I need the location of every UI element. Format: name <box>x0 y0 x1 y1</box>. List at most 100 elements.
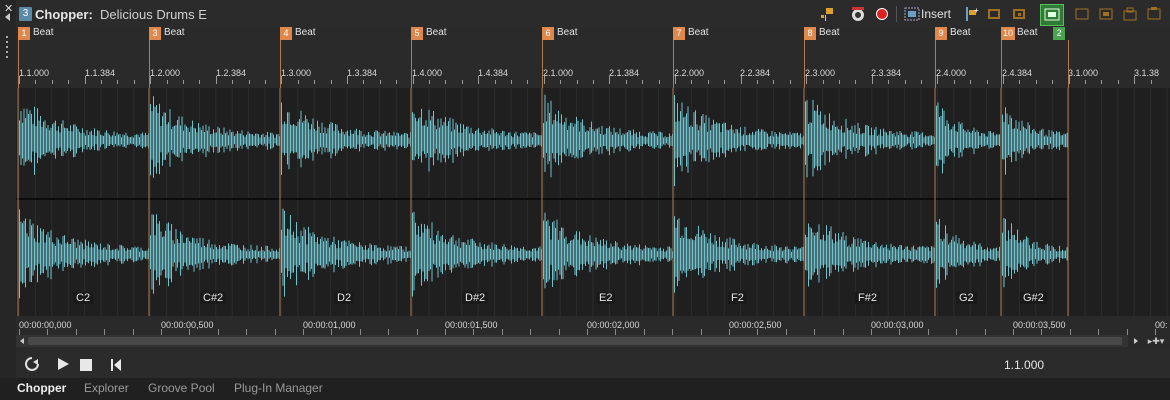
time-tick <box>331 329 332 335</box>
drag-handle-icon[interactable] <box>6 36 8 60</box>
time-tick <box>871 329 872 335</box>
time-tick <box>473 329 474 335</box>
marker-flag[interactable]: 1 <box>18 27 30 40</box>
time-tick <box>615 329 616 335</box>
ruler-tick <box>347 76 348 84</box>
tab-chopper[interactable]: Chopper <box>17 381 66 395</box>
add-marker-icon[interactable] <box>818 5 836 23</box>
slice-left-icon[interactable] <box>985 5 1003 23</box>
tab-plug-in-manager[interactable]: Plug-In Manager <box>234 381 323 395</box>
record-button[interactable] <box>873 5 891 23</box>
svg-text:+: + <box>974 6 979 15</box>
tab-explorer[interactable]: Explorer <box>84 381 129 395</box>
time-tick <box>246 329 247 335</box>
slice-note-label: G2 <box>956 292 977 304</box>
scrollbar-thumb[interactable] <box>28 337 1122 345</box>
ruler-tick <box>757 80 758 84</box>
time-label: 00:00:02,500 <box>729 320 782 330</box>
marker-flag[interactable]: 5 <box>411 27 423 40</box>
position-display: 1.1.000 <box>1004 358 1045 372</box>
ruler-tick <box>265 80 266 84</box>
slice-note-label: F#2 <box>855 292 880 304</box>
ruler-tick <box>167 80 168 84</box>
ruler-tick <box>445 80 446 84</box>
ruler-tick <box>249 80 250 84</box>
time-tick <box>530 329 531 335</box>
ruler-tick <box>888 80 889 84</box>
ruler-label: 2.4.000 <box>936 68 967 78</box>
slice-right-icon[interactable] <box>1010 5 1028 23</box>
ruler-tick <box>429 80 430 84</box>
loop-icon[interactable] <box>24 356 40 377</box>
scroll-right-arrow-icon[interactable] <box>1134 338 1138 344</box>
lock-slices-icon[interactable] <box>1121 5 1139 23</box>
time-tick <box>757 329 758 335</box>
slice-note-label: C2 <box>73 292 94 304</box>
ruler-tick <box>1052 80 1053 84</box>
export-slices-icon[interactable] <box>1073 5 1091 23</box>
snap-to-grid-button[interactable] <box>1040 4 1064 26</box>
slice-boundary <box>149 40 150 88</box>
ruler-tick <box>659 80 660 84</box>
ruler-tick <box>806 76 807 84</box>
go-to-start-button[interactable] <box>110 358 122 376</box>
time-tick <box>1070 329 1071 335</box>
marker-flag[interactable]: 8 <box>804 27 816 40</box>
waveform-area[interactable] <box>16 88 1170 316</box>
tab-groove-pool[interactable]: Groove Pool <box>148 381 215 395</box>
time-label: 00:00:02,000 <box>587 320 640 330</box>
marker-label: Beat <box>33 27 54 38</box>
ruler-label: 2.2.000 <box>674 68 705 78</box>
toolbar-divider <box>896 6 897 22</box>
ruler-tick <box>1118 80 1119 84</box>
ruler-tick <box>724 80 725 84</box>
ruler-tick <box>642 80 643 84</box>
export-marker-icon[interactable] <box>1097 5 1115 23</box>
transport-bar <box>16 350 1170 378</box>
ruler-tick <box>314 80 315 84</box>
ruler-label: 1.2.384 <box>216 68 247 78</box>
marker-flag[interactable]: 3 <box>149 27 161 40</box>
marker-flag[interactable]: 6 <box>542 27 554 40</box>
time-label: 00:00:03,500 <box>1013 320 1066 330</box>
ruler-tick <box>577 80 578 84</box>
time-tick <box>729 329 730 335</box>
ruler-label: 3.1.000 <box>1068 68 1099 78</box>
metronome-icon[interactable] <box>849 5 867 23</box>
ruler-tick <box>117 80 118 84</box>
add-slice-icon[interactable]: + <box>962 5 980 23</box>
ruler-tick <box>216 76 217 84</box>
ruler-tick <box>855 80 856 84</box>
ruler-tick <box>1151 80 1152 84</box>
ruler-tick <box>183 80 184 84</box>
slice-note-label: E2 <box>596 292 616 304</box>
ruler-tick <box>101 80 102 84</box>
stop-button[interactable] <box>80 358 92 376</box>
play-button[interactable] <box>56 357 70 376</box>
zoom-controls-icon[interactable]: ▸✚▾ <box>1145 335 1167 347</box>
ruler-label: 1.4.000 <box>412 68 443 78</box>
time-label: 00:00:01,500 <box>445 320 498 330</box>
insert-mode-label[interactable]: Insert <box>921 7 951 21</box>
slice-note-label: F2 <box>728 292 747 304</box>
marker-flag[interactable]: 4 <box>280 27 292 40</box>
ruler-tick <box>1069 76 1070 84</box>
scroll-left-arrow-icon[interactable] <box>20 338 24 344</box>
marker-flag[interactable]: 10 <box>1001 27 1015 40</box>
time-tick <box>47 329 48 335</box>
marker-label: Beat <box>950 27 971 38</box>
end-marker-flag[interactable]: 2 <box>1053 27 1065 40</box>
collapse-arrow-icon[interactable] <box>5 13 10 21</box>
marker-flag[interactable]: 9 <box>935 27 947 40</box>
insert-mode-icon[interactable] <box>903 5 921 23</box>
marker-label: Beat <box>819 27 840 38</box>
ruler-label: 1.4.384 <box>478 68 509 78</box>
ruler-tick <box>478 76 479 84</box>
slice-note-label: D#2 <box>462 292 489 304</box>
settings-slices-icon[interactable] <box>1145 5 1163 23</box>
ruler-tick <box>85 76 86 84</box>
ruler-tick <box>363 80 364 84</box>
slice-boundary <box>280 40 281 88</box>
time-tick <box>189 329 190 335</box>
marker-flag[interactable]: 7 <box>673 27 685 40</box>
